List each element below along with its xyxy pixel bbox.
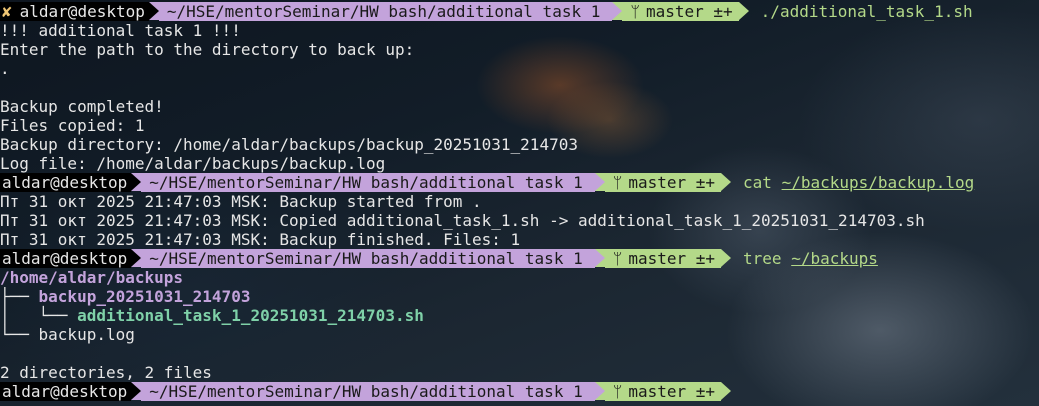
command-path-argument[interactable]: ~/backups/backup.log [782, 173, 975, 192]
prompt-user: aldar@desktop [19, 2, 145, 21]
git-status: ±+ [713, 2, 733, 21]
tree-entry-file: └── backup.log [0, 325, 135, 344]
tree-directory-name: backup_20251031_214703 [38, 287, 251, 306]
git-status: ±+ [695, 382, 716, 401]
tree-entry-file: │ └── additional_task_1_20251031_214703.… [0, 306, 424, 325]
powerline-separator [131, 382, 142, 400]
powerline-separator [131, 249, 142, 267]
prompt-git-segment: ᛘ master ±+ [604, 173, 722, 192]
prompt-line-1: ✘ aldar@desktop ~/HSE/mentorSeminar/HW ba… [0, 2, 973, 21]
output-line: Log file: /home/aldar/backups/backup.log [0, 154, 386, 173]
output-line: Files copied: 1 [0, 116, 145, 135]
git-branch-name: master [628, 249, 687, 268]
tree-root-directory: /home/aldar/backups [0, 268, 184, 287]
prompt-line-2: aldar@desktop ~/HSE/mentorSeminar/HW bas… [0, 173, 974, 192]
powerline-separator [721, 382, 732, 400]
tree-summary: 2 directories, 2 files [0, 363, 212, 382]
powerline-separator [594, 173, 605, 191]
terminal-window[interactable]: ✘ aldar@desktop ~/HSE/mentorSeminar/HW ba… [0, 0, 1039, 406]
command-name: cat [743, 173, 772, 192]
output-line: Пт 31 окт 2025 21:47:03 MSK: Copied addi… [0, 211, 925, 230]
prompt-user: aldar@desktop [2, 173, 128, 192]
git-status: ±+ [695, 249, 716, 268]
output-line: Backup completed! [0, 97, 164, 116]
output-line: Backup directory: /home/aldar/backups/ba… [0, 135, 578, 154]
command-text: tree ~/backups [743, 249, 878, 268]
prompt-git-segment: ᛘ master ±+ [604, 249, 722, 268]
cross-icon: ✘ [2, 2, 12, 21]
prompt-path: ~/HSE/mentorSeminar/HW bash/additional t… [141, 173, 595, 192]
git-branch-name: master [645, 2, 704, 21]
prompt-path: ~/HSE/mentorSeminar/HW bash/additional t… [141, 249, 595, 268]
prompt-user-segment: ✘ aldar@desktop [0, 2, 149, 21]
powerline-separator [721, 249, 732, 267]
prompt-line-4[interactable]: aldar@desktop ~/HSE/mentorSeminar/HW bas… [0, 382, 732, 401]
prompt-path: ~/HSE/mentorSeminar/HW bash/additional t… [141, 382, 595, 401]
command-text: cat ~/backups/backup.log [743, 173, 974, 192]
output-line: Пт 31 окт 2025 21:47:03 MSK: Backup fini… [0, 230, 521, 249]
prompt-git-segment: ᛘ master ±+ [622, 2, 739, 21]
prompt-git-segment: ᛘ master ±+ [604, 382, 722, 401]
tree-branch: └── [0, 325, 39, 344]
tree-branch: │ └── [0, 306, 78, 325]
git-branch-icon: ᛘ [612, 249, 623, 268]
tree-file-name: additional_task_1_20251031_214703.sh [77, 306, 424, 325]
output-line: Enter the path to the directory to back … [0, 40, 415, 59]
git-branch-icon: ᛘ [612, 173, 623, 192]
powerline-separator [612, 2, 623, 20]
prompt-user: aldar@desktop [2, 249, 128, 268]
prompt-user-segment: aldar@desktop [0, 173, 132, 192]
powerline-separator [594, 249, 605, 267]
prompt-user-segment: aldar@desktop [0, 249, 132, 268]
command-text: ./additional_task_1.sh [760, 2, 973, 21]
powerline-separator [148, 2, 159, 20]
git-branch-name: master [628, 173, 687, 192]
powerline-separator [594, 382, 605, 400]
tree-branch: ├── [0, 287, 39, 306]
tree-entry-directory: ├── backup_20251031_214703 [0, 287, 250, 306]
output-line: . [0, 59, 10, 78]
prompt-user: aldar@desktop [2, 382, 128, 401]
git-branch-icon: ᛘ [630, 2, 640, 21]
git-branch-name: master [628, 382, 687, 401]
prompt-path: ~/HSE/mentorSeminar/HW bash/additional t… [158, 2, 613, 21]
powerline-separator [738, 2, 749, 20]
powerline-separator [131, 173, 142, 191]
output-line: Пт 31 окт 2025 21:47:03 MSK: Backup star… [0, 192, 482, 211]
tree-file-name: backup.log [38, 325, 135, 344]
prompt-user-segment: aldar@desktop [0, 382, 132, 401]
git-branch-icon: ᛘ [612, 382, 623, 401]
command-path-argument[interactable]: ~/backups [791, 249, 878, 268]
prompt-line-3: aldar@desktop ~/HSE/mentorSeminar/HW bas… [0, 249, 878, 268]
command-name: tree [743, 249, 782, 268]
git-status: ±+ [695, 173, 716, 192]
powerline-separator [721, 173, 732, 191]
output-line: !!! additional task 1 !!! [0, 21, 241, 40]
